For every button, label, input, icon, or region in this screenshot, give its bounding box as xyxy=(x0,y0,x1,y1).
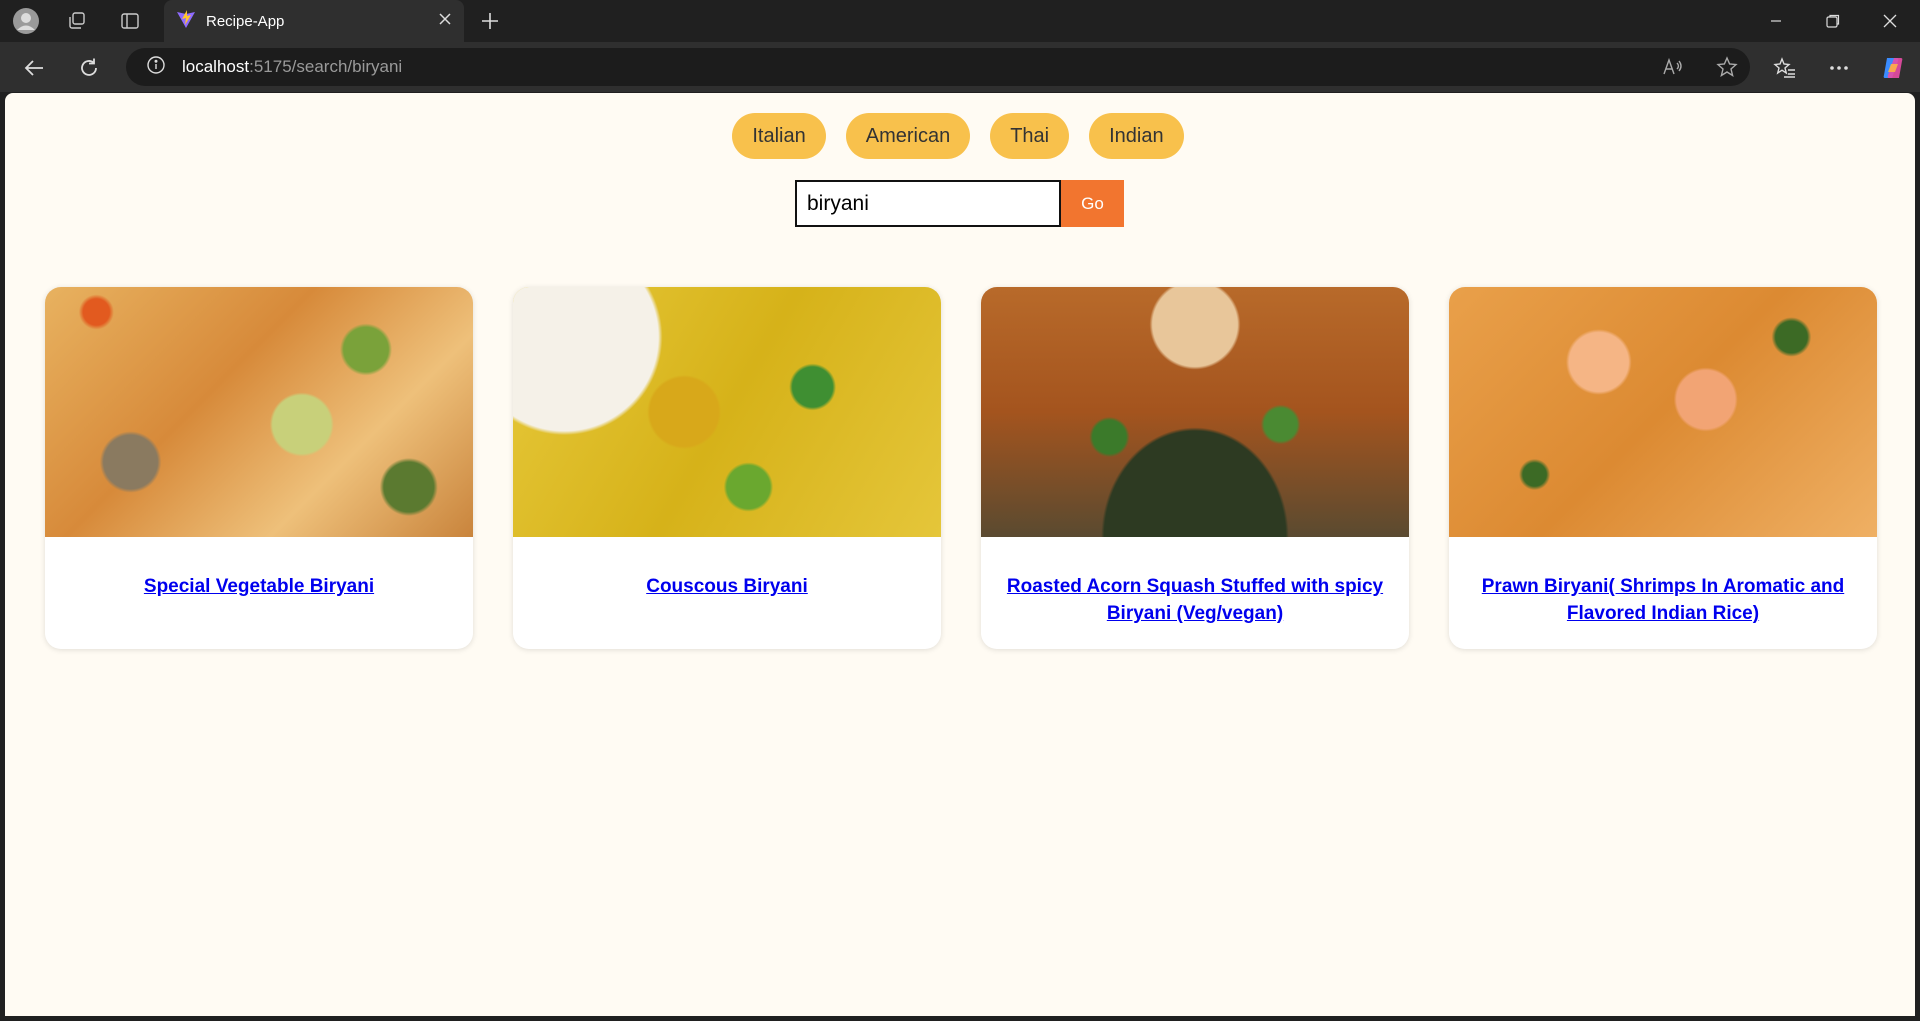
search-form: Go xyxy=(795,180,1124,227)
new-tab-icon[interactable] xyxy=(474,5,506,37)
vite-logo-icon xyxy=(176,9,196,34)
recipe-title-link[interactable]: Prawn Biryani( Shrimps In Aromatic and F… xyxy=(1469,573,1857,649)
recipe-image[interactable] xyxy=(1449,287,1877,537)
tab-title: Recipe-App xyxy=(206,12,285,30)
recipe-card[interactable]: Roasted Acorn Squash Stuffed with spicy … xyxy=(981,287,1409,649)
read-aloud-icon[interactable] xyxy=(1656,50,1690,84)
recipe-card[interactable]: Couscous Biryani xyxy=(513,287,941,649)
recipe-title-link[interactable]: Roasted Acorn Squash Stuffed with spicy … xyxy=(1001,573,1389,649)
recipe-card[interactable]: Special Vegetable Biryani xyxy=(45,287,473,649)
browser-titlebar: Recipe-App xyxy=(0,0,1920,42)
recipe-title-link[interactable]: Special Vegetable Biryani xyxy=(144,573,374,649)
cuisine-thai-button[interactable]: Thai xyxy=(990,113,1070,159)
close-window-icon[interactable] xyxy=(1862,0,1918,42)
minimize-icon[interactable] xyxy=(1748,0,1804,42)
copilot-icon[interactable] xyxy=(1876,51,1910,85)
favorites-icon[interactable] xyxy=(1768,51,1802,85)
cuisine-indian-button[interactable]: Indian xyxy=(1089,113,1184,159)
recipe-image[interactable] xyxy=(45,287,473,537)
refresh-icon[interactable] xyxy=(72,51,106,85)
browser-toolbar: localhost:5175/search/biryani xyxy=(0,42,1920,92)
favorite-star-icon[interactable] xyxy=(1710,50,1744,84)
search-input[interactable] xyxy=(795,180,1061,227)
cuisine-nav: Italian American Thai Indian xyxy=(5,113,1915,159)
url-text: localhost:5175/search/biryani xyxy=(182,57,403,76)
recipe-image[interactable] xyxy=(981,287,1409,537)
address-bar[interactable]: localhost:5175/search/biryani xyxy=(126,48,1750,86)
back-arrow-icon[interactable] xyxy=(17,51,51,85)
profile-avatar-icon[interactable] xyxy=(10,5,42,37)
recipe-grid: Special Vegetable Biryani Couscous Birya… xyxy=(45,287,1877,649)
restore-icon[interactable] xyxy=(1805,0,1861,42)
tab-actions-icon[interactable] xyxy=(114,5,146,37)
site-info-icon[interactable] xyxy=(146,55,166,80)
cuisine-american-button[interactable]: American xyxy=(845,113,971,159)
cuisine-italian-button[interactable]: Italian xyxy=(732,113,826,159)
page-viewport: Italian American Thai Indian Go Special … xyxy=(5,93,1915,1016)
active-tab[interactable]: Recipe-App xyxy=(164,0,464,42)
recipe-card[interactable]: Prawn Biryani( Shrimps In Aromatic and F… xyxy=(1449,287,1877,649)
recipe-image[interactable] xyxy=(513,287,941,537)
workspaces-icon[interactable] xyxy=(61,5,93,37)
more-options-icon[interactable] xyxy=(1822,51,1856,85)
go-button[interactable]: Go xyxy=(1061,180,1124,227)
recipe-title-link[interactable]: Couscous Biryani xyxy=(646,573,808,649)
close-tab-icon[interactable] xyxy=(438,12,452,31)
